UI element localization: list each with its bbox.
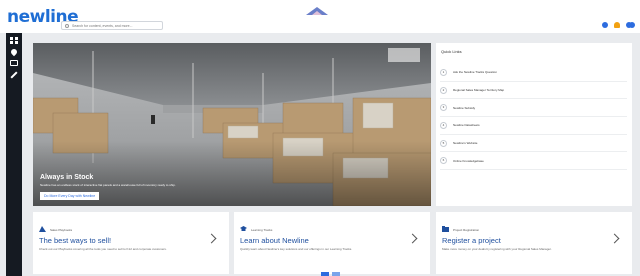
card-learning-tracks[interactable]: Learning Tracks Learn about Newline Quic… <box>234 212 430 274</box>
quick-link-label[interactable]: Newline's Website <box>453 141 477 145</box>
top-bar: newline <box>0 0 640 33</box>
search-box[interactable] <box>61 21 163 30</box>
quick-links-panel: Quick Links 1 Ask the Newline Tracks Que… <box>436 43 632 206</box>
gear-icon[interactable] <box>602 22 608 28</box>
quick-link-label[interactable]: Ask the Newline Tracks Question <box>453 70 497 74</box>
search-input[interactable] <box>72 22 162 29</box>
quick-link-item[interactable]: 3 Newline Subsidy <box>440 99 627 118</box>
quick-link-number: 2 <box>440 86 447 94</box>
card-sales-playbooks[interactable]: Sales Playbooks The best ways to sell! C… <box>33 212 229 274</box>
quick-links-list: 1 Ask the Newline Tracks Question 2 Regi… <box>440 64 627 171</box>
quick-link-item[interactable]: 2 Regional Sales Manager Territory Map <box>440 82 627 100</box>
quick-link-number: 5 <box>440 139 447 147</box>
card-title: Register a project <box>442 236 501 245</box>
people-icon[interactable] <box>626 22 632 28</box>
chevron-right-icon[interactable] <box>609 233 620 244</box>
quick-link-label[interactable]: Regional Sales Manager Territory Map <box>453 88 504 92</box>
warehouse-photo <box>33 43 431 206</box>
card-description: Make more money on your deals by registe… <box>442 247 552 251</box>
pagination <box>321 272 340 276</box>
quick-link-item[interactable]: 5 Newline's Website <box>440 135 627 153</box>
chevron-right-icon[interactable] <box>206 233 217 244</box>
quick-link-number: 3 <box>440 104 447 112</box>
hero-subtitle: Newline has an endless stock of interact… <box>40 183 176 187</box>
quick-link-label[interactable]: Newline Subsidy <box>453 106 475 110</box>
hero-cta-button[interactable]: Do More Every Day with Newline <box>40 192 100 200</box>
quick-link-item[interactable]: 1 Ask the Newline Tracks Question <box>440 64 627 82</box>
card-category: Sales Playbooks <box>50 228 73 232</box>
hero-banner: Always in Stock Newline has an endless s… <box>33 43 431 206</box>
card-category: Learning Tracks <box>251 228 273 232</box>
quick-link-number: 6 <box>440 157 447 165</box>
brand-mark-icon <box>306 7 328 15</box>
bell-icon[interactable] <box>614 22 620 28</box>
chat-icon[interactable] <box>10 60 18 66</box>
card-title: The best ways to sell! <box>39 236 112 245</box>
sidebar <box>6 33 22 276</box>
header-actions <box>602 22 632 28</box>
quick-link-item[interactable]: 4 Newline Datasheets <box>440 117 627 135</box>
page-dot-active[interactable] <box>321 272 329 276</box>
quick-link-label[interactable]: Newline Datasheets <box>453 123 480 127</box>
quick-link-item[interactable]: 6 Online Knowledgebase <box>440 152 627 171</box>
graduation-cap-icon <box>240 226 247 231</box>
card-description: Quickly learn about Newline's key soluti… <box>240 247 353 251</box>
tools-icon[interactable] <box>10 71 18 79</box>
card-description: Check out our Playbooks covering all the… <box>39 247 167 251</box>
card-project-registration[interactable]: Project Registration Register a project … <box>436 212 632 274</box>
hero-title: Always in Stock <box>40 174 94 181</box>
playbook-icon <box>39 226 46 232</box>
page-dot[interactable] <box>332 272 340 276</box>
card-category: Project Registration <box>453 228 480 232</box>
quick-link-number: 4 <box>440 121 447 129</box>
grid-icon[interactable] <box>10 37 18 44</box>
chevron-right-icon[interactable] <box>407 233 418 244</box>
quick-links-title: Quick Links <box>441 49 462 54</box>
quick-link-number: 1 <box>440 68 447 76</box>
quick-link-label[interactable]: Online Knowledgebase <box>453 159 484 163</box>
pin-icon[interactable] <box>9 47 19 57</box>
folder-icon <box>442 226 449 232</box>
card-title: Learn about Newline <box>240 236 309 245</box>
search-icon <box>65 23 69 28</box>
